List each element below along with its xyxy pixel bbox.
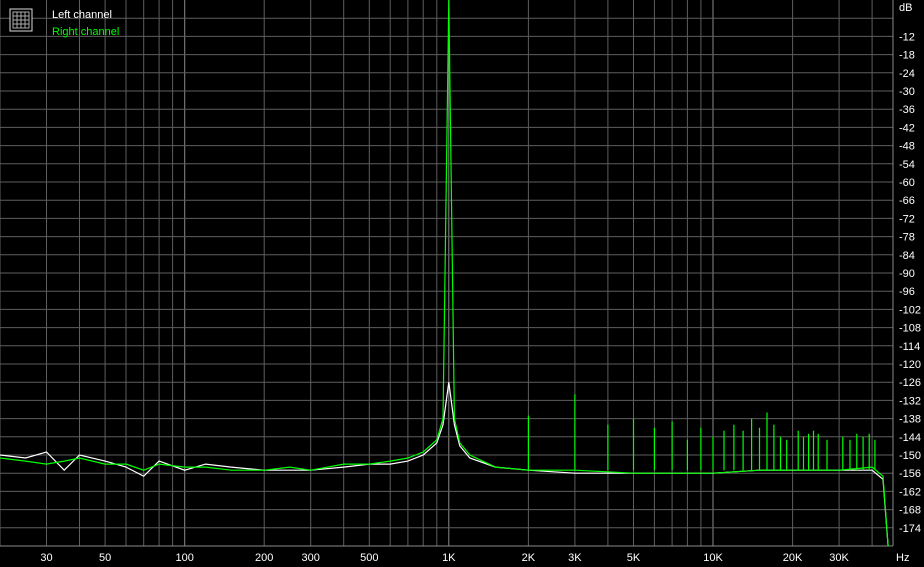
y-tick-label: -102 xyxy=(899,304,921,316)
y-tick-label: -108 xyxy=(899,323,921,335)
y-tick-label: -174 xyxy=(899,523,921,535)
y-tick-label: -168 xyxy=(899,505,921,517)
x-tick-label: 50 xyxy=(99,552,111,564)
plot-background xyxy=(0,0,924,567)
y-tick-label: -132 xyxy=(899,395,921,407)
y-tick-label: -90 xyxy=(899,268,915,280)
y-tick-label: -30 xyxy=(899,86,915,98)
y-tick-label: -78 xyxy=(899,232,915,244)
y-tick-label: -150 xyxy=(899,450,921,462)
x-tick-label: 10K xyxy=(703,552,723,564)
x-tick-label: 20K xyxy=(783,552,803,564)
spectrum-chart: -12 -18 -24 -30 -36 -42 -48 -54 -60 -66 -72 -78 -84 -… xyxy=(0,0,924,567)
x-tick-label: 2K xyxy=(522,552,536,564)
x-tick-label: 30 xyxy=(40,552,52,564)
x-tick-label: 300 xyxy=(302,552,320,564)
y-tick-label: -24 xyxy=(899,68,915,80)
x-tick-label: 3K xyxy=(568,552,582,564)
y-tick-label: -12 xyxy=(899,31,915,43)
y-tick-label: -96 xyxy=(899,286,915,298)
y-tick-label: -54 xyxy=(899,159,915,171)
y-tick-label: -72 xyxy=(899,213,915,225)
x-unit-label: Hz xyxy=(896,552,909,564)
x-tick-label: 100 xyxy=(176,552,194,564)
y-tick-label: -144 xyxy=(899,432,921,444)
x-tick-label: 500 xyxy=(360,552,378,564)
spectrum-grid-icon[interactable] xyxy=(9,8,33,32)
y-tick-label: -162 xyxy=(899,486,921,498)
y-tick-label: -60 xyxy=(899,177,915,189)
x-tick-label: 5K xyxy=(627,552,641,564)
y-tick-label: -126 xyxy=(899,377,921,389)
y-tick-label: -114 xyxy=(899,341,920,353)
x-tick-label: 1K xyxy=(442,552,456,564)
y-tick-label: -42 xyxy=(899,122,915,134)
y-unit-label: dB xyxy=(899,2,912,14)
y-tick-label: -18 xyxy=(899,50,915,62)
y-tick-label: -156 xyxy=(899,468,921,480)
x-tick-label: 30K xyxy=(829,552,849,564)
x-tick-label: 200 xyxy=(255,552,273,564)
y-tick-label: -66 xyxy=(899,195,915,207)
legend-right-channel: Right channel xyxy=(52,26,119,38)
y-tick-label: -48 xyxy=(899,141,915,153)
y-tick-label: -138 xyxy=(899,414,921,426)
y-tick-label: -84 xyxy=(899,250,915,262)
y-tick-label: -120 xyxy=(899,359,921,371)
legend-left-channel: Left channel xyxy=(52,9,112,21)
y-tick-label: -36 xyxy=(899,104,915,116)
